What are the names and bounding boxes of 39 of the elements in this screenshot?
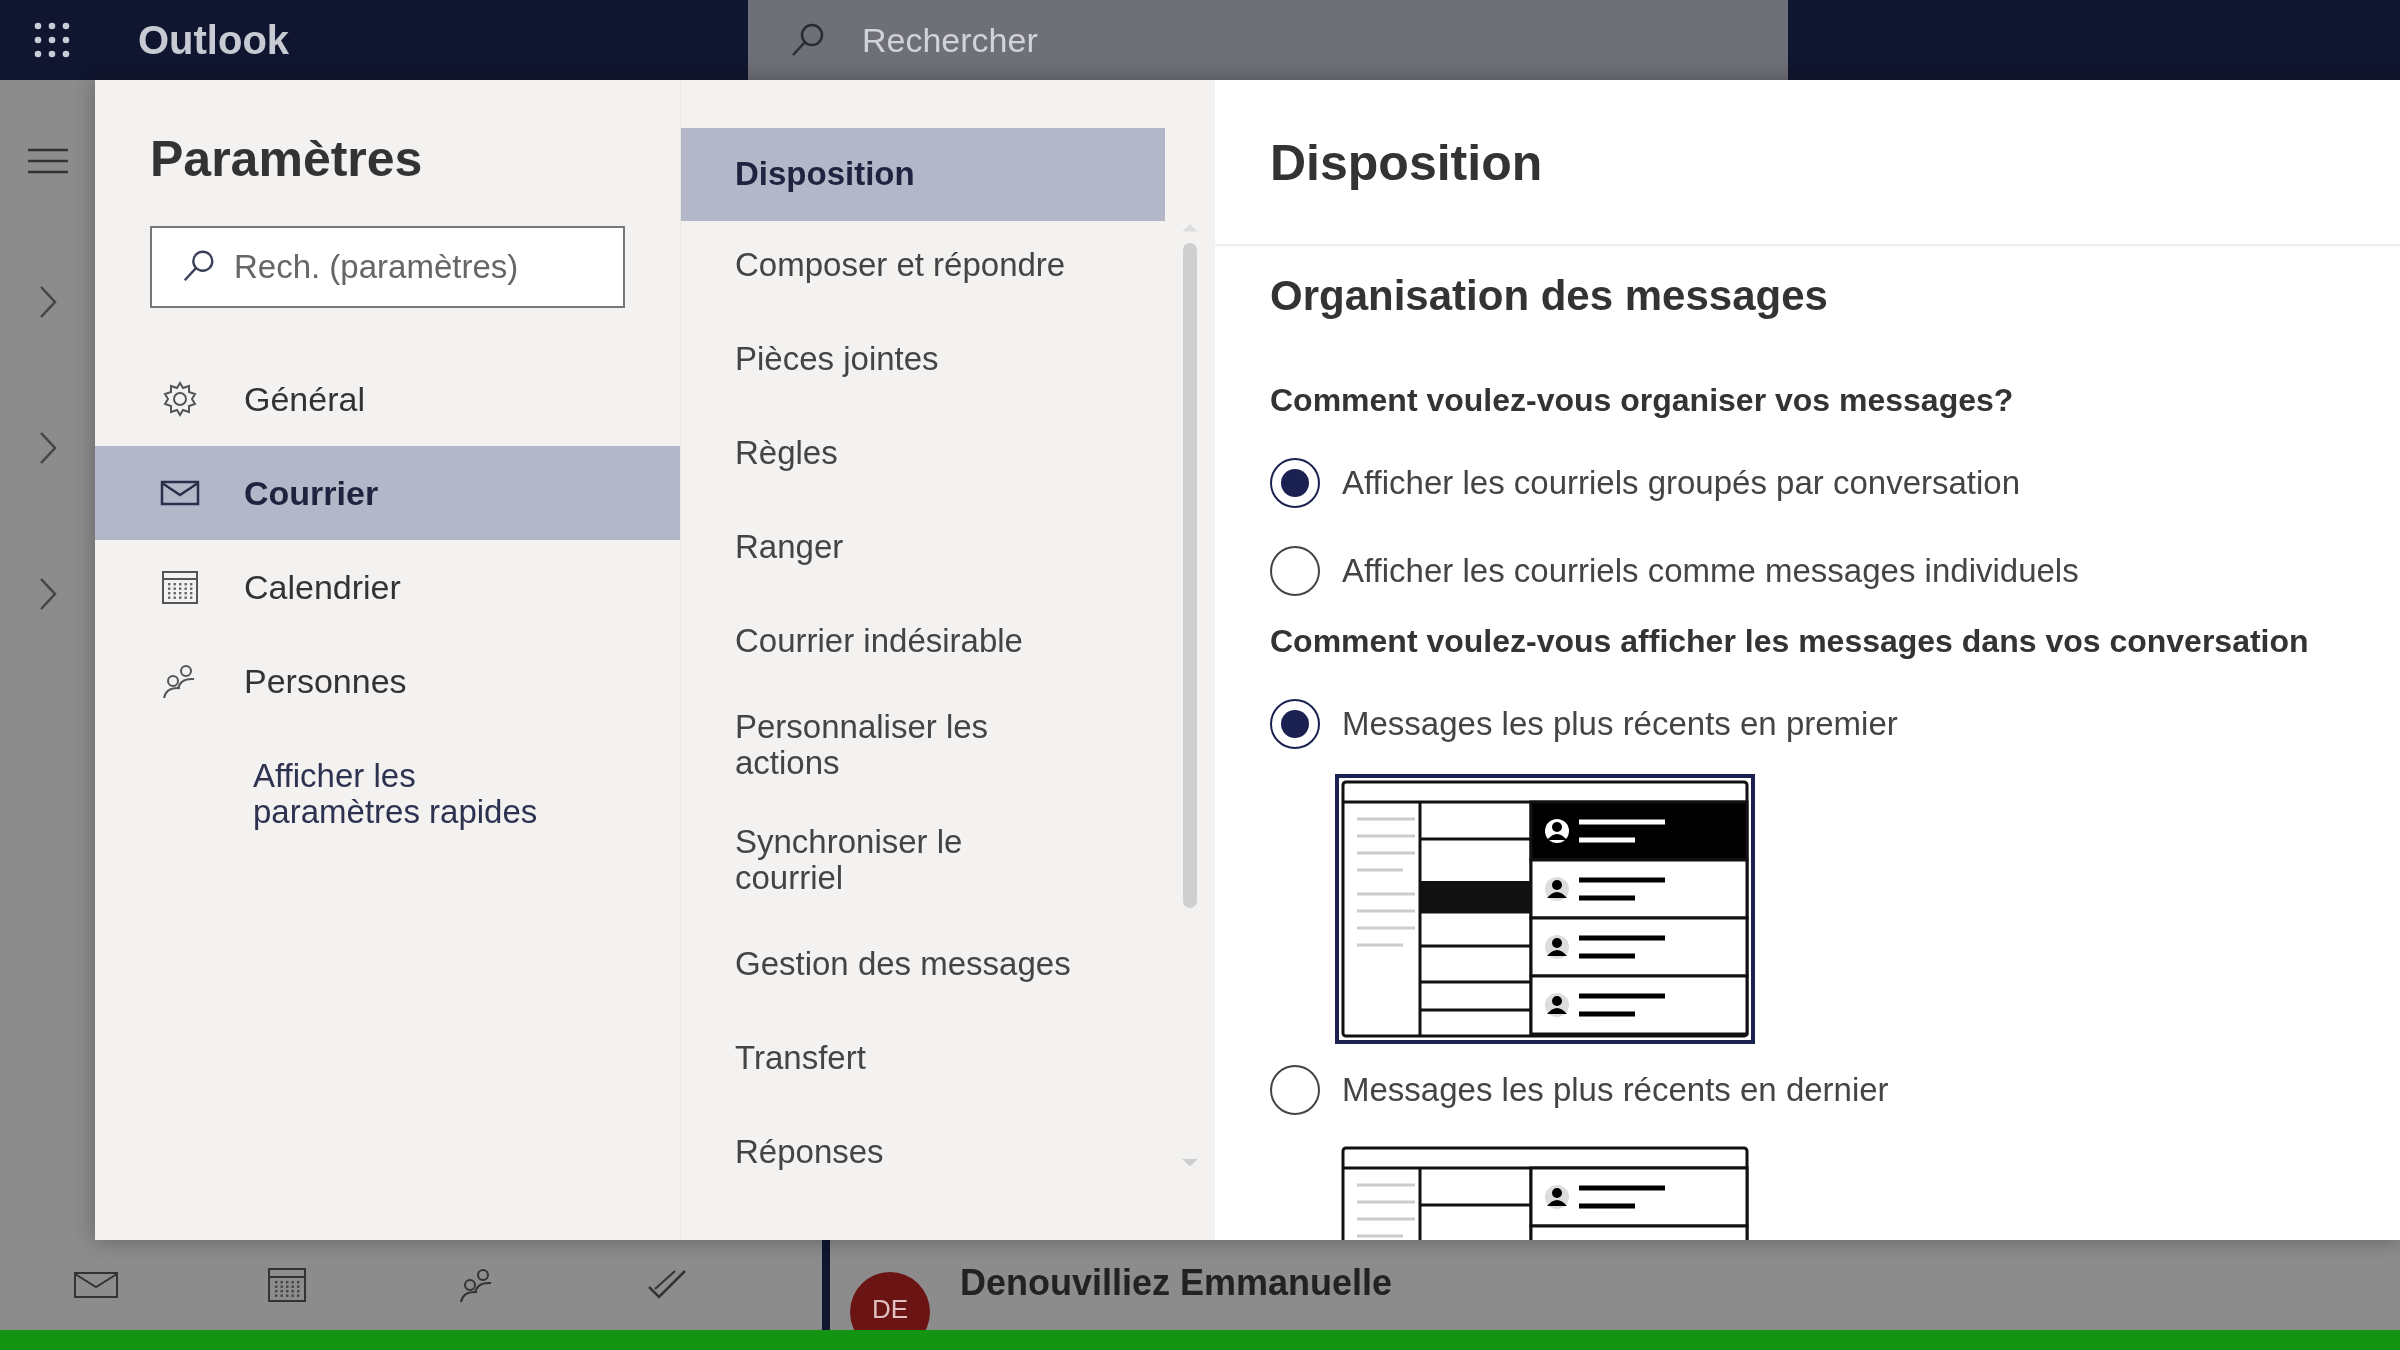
radio-option[interactable]: Messages les plus récents en dernier — [1270, 1046, 2400, 1134]
question-label: Comment voulez-vous organiser vos messages? — [1270, 381, 2015, 420]
menu-icon[interactable] — [27, 148, 68, 174]
settings-title: Paramètres — [150, 130, 424, 188]
radio-option[interactable]: Afficher les courriels comme messages individuels — [1270, 527, 2400, 615]
settings-category[interactable]: Calendrier — [95, 540, 680, 634]
radio-option[interactable]: Messages les plus récents en premier — [1270, 680, 2400, 768]
settings-subcategory[interactable]: Règles — [681, 411, 1165, 495]
settings-subcategory[interactable]: Disposition — [681, 128, 1165, 221]
settings-category[interactable]: Personnes — [95, 634, 680, 728]
app-launcher-icon[interactable] — [34, 22, 70, 58]
layout-preview-drawing[interactable] — [1335, 774, 1755, 1044]
question-label: Comment voulez-vous afficher les messages dans vos conversation — [1270, 622, 2310, 661]
radio-option[interactable]: Afficher les courriels groupés par conversation — [1270, 439, 2400, 527]
search-field[interactable]: Rechercher — [748, 0, 1788, 80]
settings-subcategory[interactable]: Transfert — [681, 1016, 1165, 1101]
mail-icon[interactable] — [73, 1270, 119, 1300]
chevron-icon[interactable] — [37, 284, 58, 320]
chevron-icon[interactable] — [37, 430, 58, 466]
calendar-icon[interactable] — [265, 1265, 309, 1305]
settings-subcategory[interactable]: Courrier indésirable — [681, 599, 1165, 683]
avatar: DE — [850, 1272, 930, 1330]
page-title: Disposition — [1215, 80, 2400, 246]
section-title: Organisation des messages — [1270, 272, 1829, 320]
scrollbar-thumb[interactable] — [1183, 242, 1197, 909]
quick-settings-link[interactable]: Afficher les paramètres rapides — [253, 758, 680, 831]
settings-subcategory[interactable]: Personnaliser les actions — [681, 693, 1165, 798]
settings-subcategory[interactable]: Gestion des messages — [681, 922, 1165, 1007]
sender-name: Denouvilliez Emmanuelle — [960, 1262, 1393, 1304]
settings-subcategory[interactable]: Ranger — [681, 505, 1165, 589]
chevron-icon[interactable] — [37, 576, 58, 612]
settings-subcategory[interactable]: Pièces jointes — [681, 317, 1165, 401]
settings-category[interactable]: Général — [95, 352, 680, 446]
settings-subcategory[interactable]: Synchroniser le courriel — [681, 807, 1165, 913]
app-title: Outlook — [138, 17, 291, 63]
settings-category[interactable]: Courrier — [95, 446, 680, 540]
settings-subcategory[interactable]: Réponses — [681, 1110, 1165, 1195]
settings-subcategory[interactable]: Composer et répondre — [681, 223, 1165, 307]
settings-search-field[interactable]: Rech. (paramètres) — [150, 226, 625, 308]
